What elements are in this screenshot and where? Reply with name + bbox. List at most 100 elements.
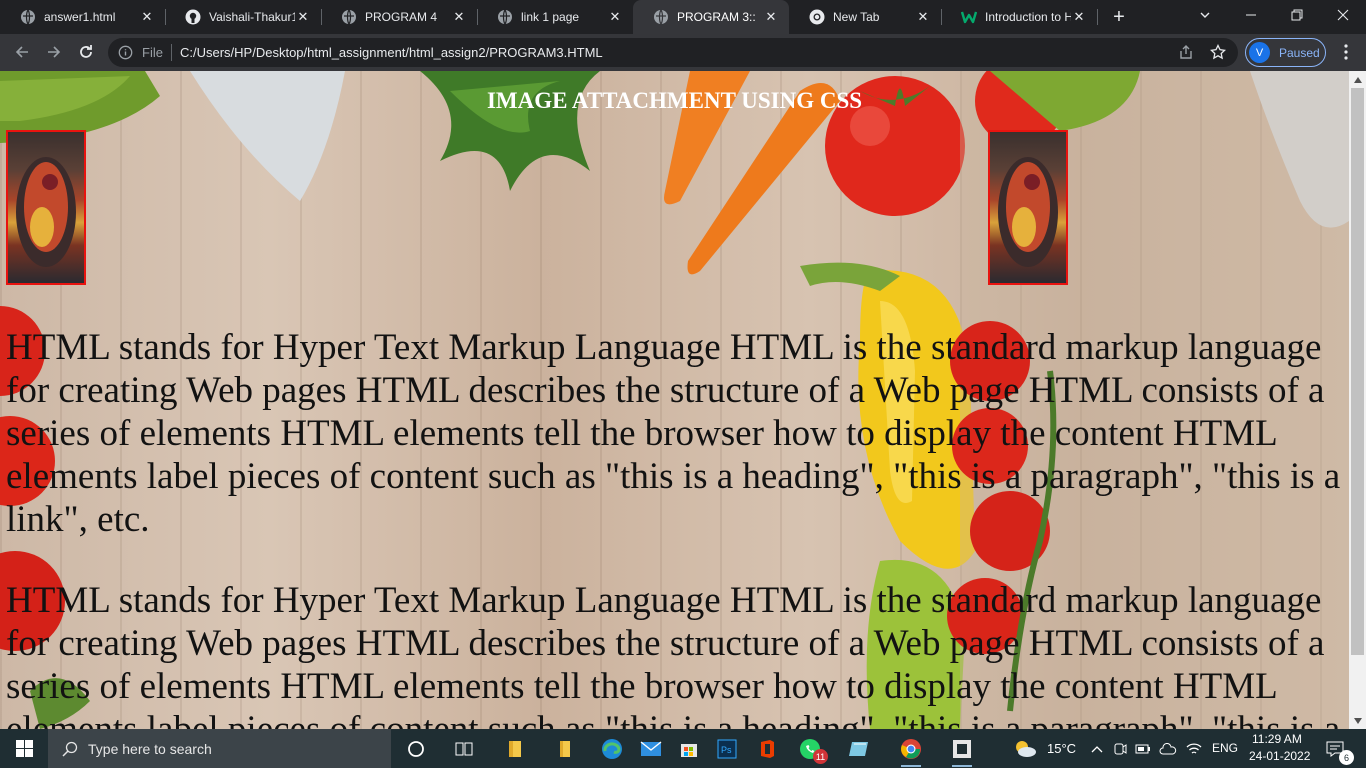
- globe-icon: [341, 9, 357, 25]
- forward-button[interactable]: [40, 38, 68, 66]
- close-icon: [1337, 9, 1349, 21]
- paragraph-2: HTML stands for Hyper Text Markup Langua…: [6, 580, 1340, 729]
- snip-tool-icon[interactable]: [949, 736, 975, 767]
- tab-title: PROGRAM 3::: [677, 10, 756, 24]
- close-tab-icon[interactable]: ✕: [295, 9, 311, 25]
- share-icon[interactable]: [1178, 44, 1194, 65]
- page-scrollbar[interactable]: [1349, 71, 1366, 729]
- scheme-label: File: [142, 45, 163, 60]
- tab-strip: answer1.html ✕ Vaishali-Thakur16 ✕ PROGR…: [0, 0, 1366, 34]
- folder-icon[interactable]: [552, 736, 578, 762]
- scroll-down-arrow[interactable]: [1349, 712, 1366, 729]
- star-icon[interactable]: [1209, 43, 1227, 65]
- tab-title: Vaishali-Thakur16: [209, 10, 295, 24]
- minimize-icon: [1246, 14, 1256, 16]
- restore-icon: [1291, 9, 1303, 21]
- language-indicator[interactable]: ENG: [1212, 741, 1238, 755]
- w3schools-icon: [961, 9, 977, 25]
- profile-button[interactable]: V Paused: [1245, 38, 1326, 67]
- tab-link1[interactable]: link 1 page ✕: [477, 0, 633, 34]
- scroll-up-arrow[interactable]: [1349, 71, 1366, 88]
- file-explorer-icon[interactable]: [502, 736, 528, 762]
- clock-time[interactable]: 11:29 AM: [1252, 732, 1302, 746]
- tab-search-button[interactable]: [1182, 0, 1228, 30]
- reload-icon: [80, 45, 92, 58]
- task-view-icon[interactable]: [451, 736, 477, 762]
- chevron-down-icon: [1200, 12, 1210, 18]
- tab-github[interactable]: Vaishali-Thakur16 ✕: [165, 0, 321, 34]
- close-tab-icon[interactable]: ✕: [139, 9, 155, 25]
- svg-text:Ps: Ps: [721, 745, 732, 755]
- clock-date[interactable]: 24-01-2022: [1249, 749, 1310, 763]
- tab-title: answer1.html: [44, 10, 116, 24]
- tab-new-tab[interactable]: New Tab ✕: [789, 0, 941, 34]
- tab-program4[interactable]: PROGRAM 4 ✕: [321, 0, 477, 34]
- close-tab-icon[interactable]: ✕: [607, 9, 623, 25]
- search-icon: [62, 741, 78, 757]
- new-tab-button[interactable]: +: [1108, 6, 1130, 28]
- info-icon[interactable]: [118, 45, 133, 65]
- search-placeholder: Type here to search: [88, 740, 212, 757]
- reload-button[interactable]: [72, 38, 100, 66]
- tab-answer1[interactable]: answer1.html ✕: [0, 0, 165, 34]
- arrow-right-icon: [48, 46, 61, 58]
- notification-center-icon[interactable]: 6: [1322, 736, 1354, 765]
- photoshop-icon[interactable]: Ps: [714, 736, 740, 762]
- tab-separator: [1097, 9, 1098, 25]
- close-tab-icon[interactable]: ✕: [1071, 9, 1087, 25]
- profile-status: Paused: [1279, 45, 1320, 60]
- whatsapp-icon[interactable]: 11: [797, 736, 828, 764]
- weather-temp[interactable]: 15°C: [1047, 741, 1076, 756]
- menu-button[interactable]: [1336, 42, 1356, 62]
- tab-title: link 1 page: [521, 10, 580, 24]
- notes-app-icon[interactable]: [846, 736, 872, 762]
- scrollbar-thumb[interactable]: [1351, 88, 1364, 655]
- onedrive-icon[interactable]: [1158, 736, 1178, 762]
- edge-icon[interactable]: [599, 736, 625, 762]
- office-icon[interactable]: [754, 736, 780, 762]
- taskbar-search-box[interactable]: Type here to search: [48, 729, 391, 768]
- url-text[interactable]: C:/Users/HP/Desktop/html_assignment/html…: [180, 45, 603, 60]
- minimize-button[interactable]: [1228, 0, 1274, 30]
- meet-now-icon[interactable]: [1111, 736, 1129, 762]
- cortana-icon[interactable]: [403, 736, 429, 762]
- mail-icon[interactable]: [638, 736, 664, 762]
- close-window-button[interactable]: [1320, 0, 1366, 30]
- dish-image-right: [988, 130, 1068, 285]
- globe-icon: [653, 9, 669, 25]
- store-icon[interactable]: [676, 736, 702, 762]
- chrome-taskbar-icon[interactable]: [898, 736, 924, 767]
- close-tab-icon[interactable]: ✕: [451, 9, 467, 25]
- weather-icon[interactable]: [1012, 736, 1038, 762]
- triangle-up-icon: [1353, 76, 1362, 83]
- address-bar[interactable]: File C:/Users/HP/Desktop/html_assignment…: [108, 38, 1238, 67]
- tab-title: PROGRAM 4: [365, 10, 438, 24]
- kebab-menu-icon: [1344, 44, 1348, 60]
- battery-icon[interactable]: [1134, 736, 1152, 762]
- tab-title: Introduction to H: [985, 10, 1071, 24]
- dish-image-left: [6, 130, 86, 285]
- windows-taskbar: Type here to search Ps 11 15°C ENG 11:29…: [0, 729, 1366, 768]
- chrome-icon: [809, 9, 825, 25]
- tab-title: New Tab: [833, 10, 880, 24]
- wifi-icon[interactable]: [1184, 736, 1204, 762]
- chevron-up-icon[interactable]: [1089, 736, 1105, 762]
- tab-introduction[interactable]: Introduction to H ✕: [941, 0, 1097, 34]
- triangle-down-icon: [1353, 717, 1362, 724]
- avatar: V: [1249, 42, 1270, 63]
- notification-count: 6: [1339, 750, 1354, 765]
- tab-program3[interactable]: PROGRAM 3:: ✕: [633, 0, 789, 34]
- address-separator: [171, 44, 172, 61]
- back-button[interactable]: [8, 38, 36, 66]
- restore-button[interactable]: [1274, 0, 1320, 30]
- start-button[interactable]: [0, 729, 48, 768]
- close-tab-icon[interactable]: ✕: [763, 9, 779, 25]
- page-viewport: IMAGE ATTACHMENT USING CSS HTML stands f…: [0, 71, 1349, 729]
- whatsapp-badge: 11: [813, 749, 828, 764]
- paragraph-1: HTML stands for Hyper Text Markup Langua…: [6, 327, 1341, 540]
- github-icon: [185, 9, 201, 25]
- windows-logo-icon: [15, 740, 33, 757]
- arrow-left-icon: [15, 46, 28, 58]
- close-tab-icon[interactable]: ✕: [915, 9, 931, 25]
- page-heading: IMAGE ATTACHMENT USING CSS: [486, 88, 863, 113]
